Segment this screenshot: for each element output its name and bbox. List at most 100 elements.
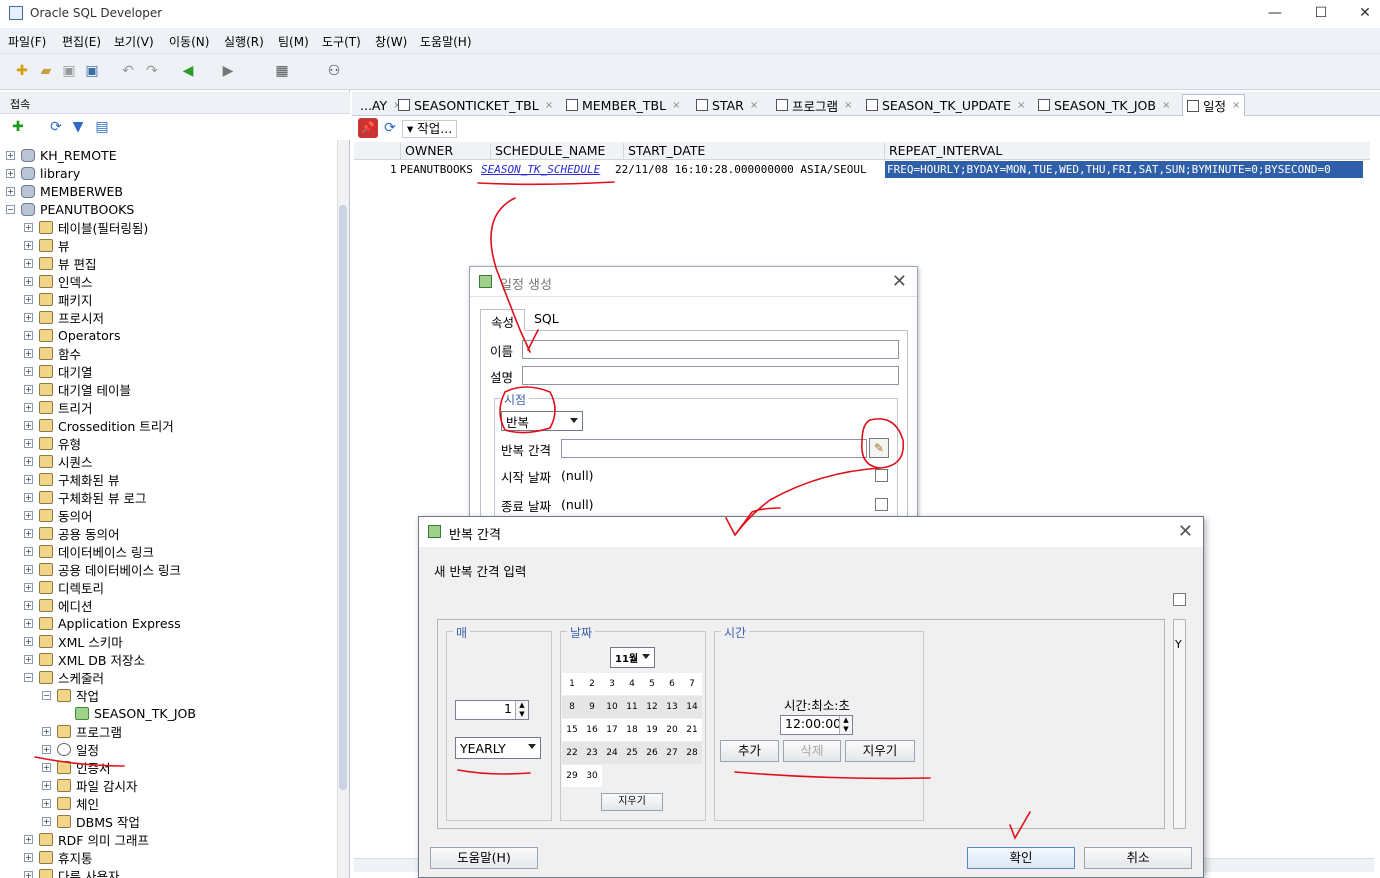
editor-tab[interactable]: 프로그램 × [772, 94, 856, 116]
expand-icon[interactable]: + [24, 402, 33, 412]
tree-node[interactable]: + 다른 사용자 [24, 866, 119, 878]
new-icon[interactable]: ✚ [12, 61, 32, 81]
tree-node[interactable]: + library [6, 164, 80, 182]
add-button[interactable]: 추가 [720, 740, 779, 762]
repeat-interval-input[interactable] [561, 439, 867, 458]
tree-node[interactable]: + 인증서 [42, 758, 111, 776]
tree-scrollbar-thumb[interactable] [339, 205, 347, 790]
expand-icon[interactable]: + [24, 258, 33, 268]
expand-icon[interactable]: + [24, 564, 33, 574]
menu-help[interactable]: 도움말(H) [420, 33, 472, 50]
calendar-day[interactable]: 18 [622, 719, 642, 741]
close-tab-icon[interactable]: × [1162, 100, 1170, 111]
tree-node[interactable]: + 휴지통 [24, 848, 93, 866]
expand-icon[interactable]: + [24, 654, 33, 664]
expand-icon[interactable]: + [24, 240, 33, 250]
tree-node[interactable]: + 프로시저 [24, 308, 104, 326]
tab-properties[interactable]: 속성 [480, 309, 526, 331]
expand-icon[interactable]: + [24, 420, 33, 430]
calendar-day[interactable]: 6 [662, 673, 682, 695]
tree-node[interactable]: + 에디션 [24, 596, 93, 614]
tree-node[interactable]: + 유형 [24, 434, 81, 452]
expand-icon[interactable]: + [24, 834, 33, 844]
tree-node[interactable]: − 스케줄러 [24, 668, 104, 686]
tree-node[interactable]: + 대기열 테이블 [24, 380, 131, 398]
close-icon[interactable]: ✕ [1178, 521, 1193, 542]
close-tab-icon[interactable]: × [844, 100, 852, 111]
expand-icon[interactable]: + [24, 438, 33, 448]
undo-icon[interactable]: ↶ [118, 61, 138, 81]
save-all-icon[interactable]: ▣ [82, 61, 102, 81]
calendar-day[interactable]: 5 [642, 673, 662, 695]
month-select[interactable]: 11월 [610, 647, 655, 668]
tree-node[interactable]: + 일정 [42, 740, 99, 758]
tree-node[interactable]: + 구체화된 뷰 로그 [24, 488, 146, 506]
cell-owner[interactable]: PEANUTBOOKS [400, 163, 473, 176]
expand-icon[interactable]: + [24, 348, 33, 358]
schema-browser-icon[interactable]: ▤ [92, 117, 112, 137]
tree-node[interactable]: + 공용 동의어 [24, 524, 119, 542]
back-icon[interactable]: ◀ [178, 61, 198, 81]
tree-node[interactable]: + 구체화된 뷰 [24, 470, 119, 488]
start-date-checkbox[interactable] [875, 469, 888, 482]
expand-icon[interactable]: + [24, 510, 33, 520]
tree-node[interactable]: + XML 스키마 [24, 632, 123, 650]
expand-icon[interactable]: + [6, 168, 15, 178]
tree-node[interactable]: + KH_REMOTE [6, 146, 117, 164]
timing-select[interactable]: 반복 [501, 411, 583, 431]
close-tab-icon[interactable]: × [750, 100, 758, 111]
column-start-date[interactable]: START_DATE [623, 143, 705, 159]
tree-node[interactable]: + 프로그램 [42, 722, 122, 740]
calendar-day[interactable]: 24 [602, 742, 622, 764]
calendar-day[interactable]: 1 [562, 673, 582, 695]
menu-team[interactable]: 팀(M) [278, 33, 309, 50]
collapse-icon[interactable]: − [42, 690, 51, 700]
editor-tab[interactable]: STAR × [692, 94, 762, 116]
expand-icon[interactable]: + [24, 384, 33, 394]
expand-icon[interactable]: + [24, 546, 33, 556]
calendar-day[interactable]: 11 [622, 696, 642, 718]
collapse-icon[interactable]: − [6, 204, 15, 214]
pin-icon[interactable]: 📌 [358, 118, 378, 138]
close-tab-icon[interactable]: × [1232, 100, 1240, 111]
cell-start-date[interactable]: 22/11/08 16:10:28.000000000 ASIA/SEOUL [615, 163, 867, 176]
minimize-button[interactable]: — [1252, 3, 1298, 25]
expand-icon[interactable]: + [24, 276, 33, 286]
column-owner[interactable]: OWNER [400, 143, 453, 159]
calendar-day[interactable]: 12 [642, 696, 662, 718]
calendar-day[interactable]: 9 [582, 696, 602, 718]
calendar-day[interactable]: 28 [682, 742, 702, 764]
tree-node[interactable]: + 트리거 [24, 398, 93, 416]
expand-icon[interactable]: + [24, 456, 33, 466]
close-tab-icon[interactable]: × [672, 100, 680, 111]
binoculars-icon[interactable]: ⚇ [324, 61, 344, 81]
redo-icon[interactable]: ↷ [142, 61, 162, 81]
expand-icon[interactable]: + [24, 618, 33, 628]
help-button[interactable]: 도움말(H) [430, 847, 538, 869]
ok-button[interactable]: 확인 [967, 847, 1075, 869]
expand-icon[interactable]: + [42, 816, 51, 826]
calendar-day[interactable]: 15 [562, 719, 582, 741]
editor-tab[interactable]: 일정 × [1182, 94, 1246, 116]
close-icon[interactable]: ✕ [892, 271, 907, 292]
tree-node[interactable]: + 시퀀스 [24, 452, 93, 470]
calendar-day[interactable]: 8 [562, 696, 582, 718]
calendar-day[interactable]: 23 [582, 742, 602, 764]
expand-icon[interactable]: + [24, 474, 33, 484]
close-tab-icon[interactable]: × [545, 100, 553, 111]
tree-node[interactable]: + 파일 감시자 [42, 776, 137, 794]
tab-sql[interactable]: SQL [524, 309, 569, 331]
tree-node[interactable]: + 패키지 [24, 290, 93, 308]
menu-edit[interactable]: 편집(E) [62, 33, 101, 50]
add-connection-icon[interactable]: ✚ [8, 117, 28, 137]
refresh-icon[interactable]: ⟳ [46, 117, 66, 137]
tree-node[interactable]: + XML DB 저장소 [24, 650, 145, 668]
tree-node[interactable]: + Crossedition 트리거 [24, 416, 174, 434]
expand-icon[interactable]: + [42, 762, 51, 772]
column-repeat-interval[interactable]: REPEAT_INTERVAL [884, 143, 1002, 159]
refresh-icon[interactable]: ⟳ [380, 118, 400, 138]
menu-view[interactable]: 보기(V) [114, 33, 154, 50]
calendar-day[interactable]: 22 [562, 742, 582, 764]
tree-node[interactable]: − PEANUTBOOKS [6, 200, 134, 218]
tree-node[interactable]: + MEMBERWEB [6, 182, 123, 200]
